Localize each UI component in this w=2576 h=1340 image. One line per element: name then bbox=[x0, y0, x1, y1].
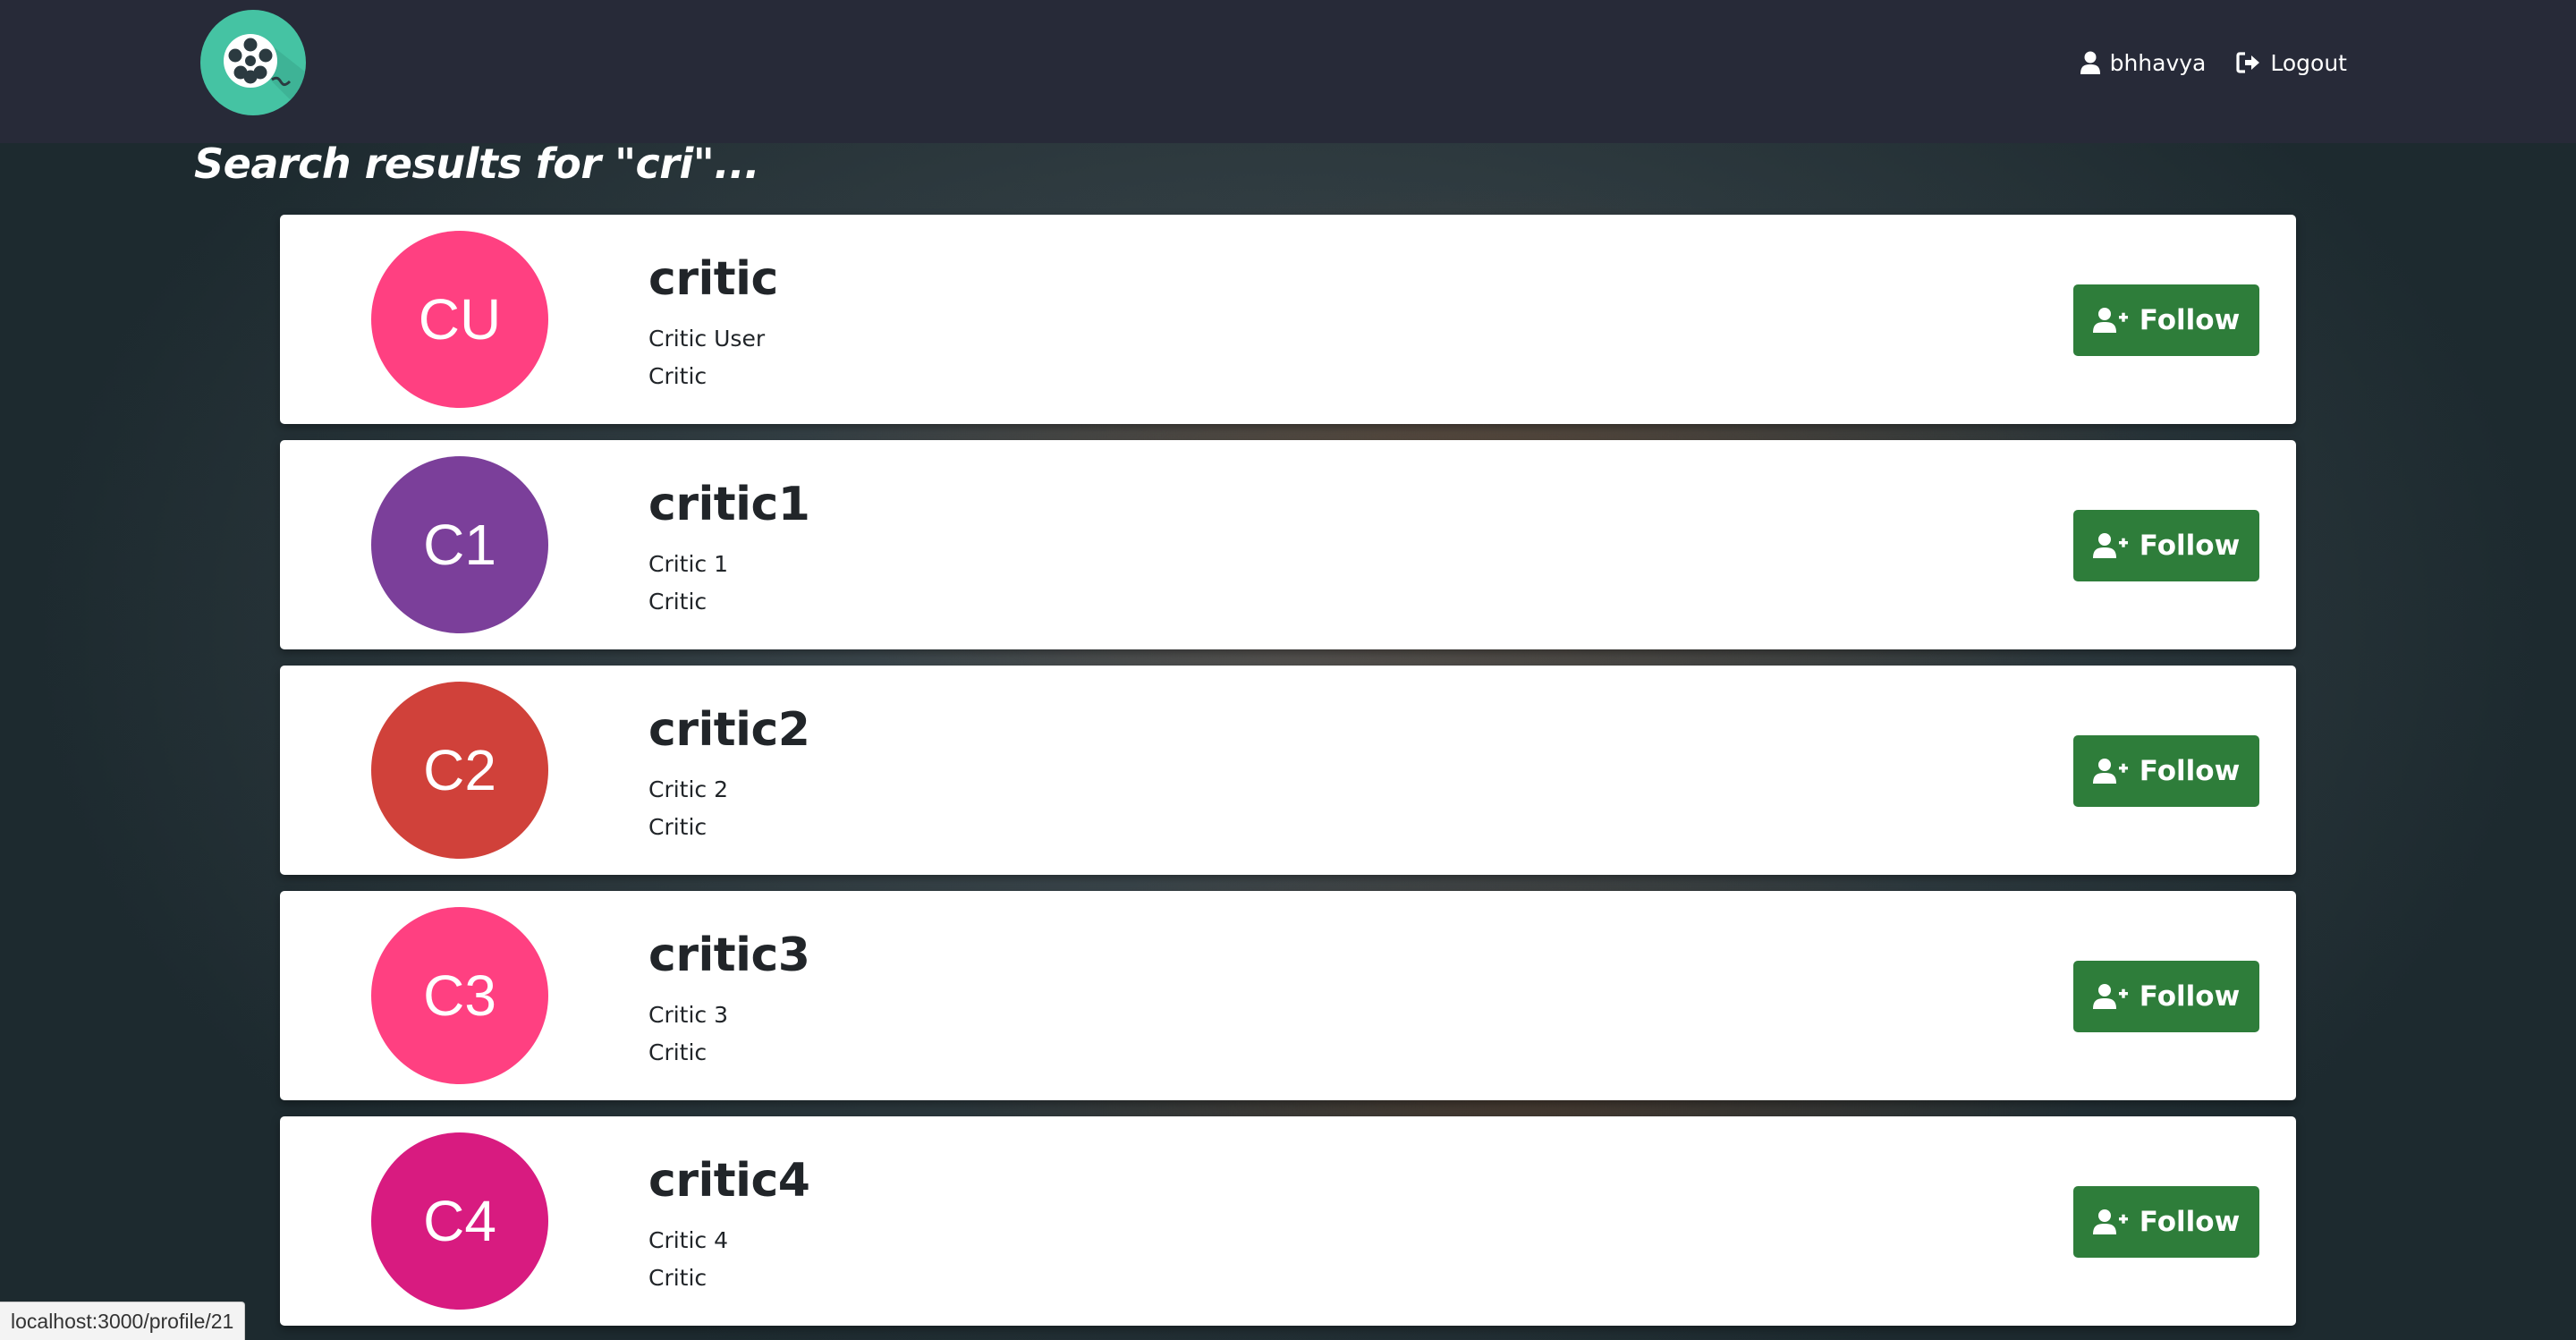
search-results-title: Search results for "cri"... bbox=[194, 140, 760, 188]
follow-button[interactable]: Follow bbox=[2073, 961, 2259, 1032]
user-plus-icon bbox=[2092, 307, 2129, 334]
logout-label: Logout bbox=[2270, 49, 2347, 76]
avatar[interactable]: C4 bbox=[371, 1132, 548, 1310]
user-plus-icon bbox=[2092, 758, 2129, 784]
follow-label: Follow bbox=[2139, 755, 2241, 787]
avatar[interactable]: CU bbox=[371, 231, 548, 408]
full-name: Critic 1 bbox=[648, 551, 729, 577]
username-label: bhhavya bbox=[2109, 49, 2207, 76]
follow-label: Follow bbox=[2139, 980, 2241, 1013]
follow-button[interactable]: Follow bbox=[2073, 510, 2259, 581]
full-name: Critic User bbox=[648, 326, 766, 352]
full-name: Critic 3 bbox=[648, 1002, 729, 1028]
user-role: Critic bbox=[648, 1265, 708, 1291]
user-role: Critic bbox=[648, 814, 708, 840]
film-reel-icon[interactable] bbox=[200, 10, 306, 115]
top-navbar: bhhavya Logout bbox=[0, 0, 2576, 143]
follow-label: Follow bbox=[2139, 1206, 2241, 1238]
follow-button[interactable]: Follow bbox=[2073, 284, 2259, 356]
user-role: Critic bbox=[648, 589, 708, 615]
avatar[interactable]: C2 bbox=[371, 682, 548, 859]
user-role: Critic bbox=[648, 1039, 708, 1065]
browser-status-bar: localhost:3000/profile/21 bbox=[0, 1302, 246, 1340]
search-results-list: CU critic Critic User Critic Follow C1 c… bbox=[280, 215, 2296, 1340]
username-link[interactable]: critic bbox=[648, 252, 778, 306]
username-link[interactable]: critic2 bbox=[648, 703, 810, 757]
nav-user-menu: bhhavya Logout bbox=[2080, 45, 2347, 81]
user-plus-icon bbox=[2092, 983, 2129, 1010]
full-name: Critic 2 bbox=[648, 776, 729, 802]
user-result-card: C1 critic1 Critic 1 Critic Follow bbox=[280, 440, 2296, 649]
username-link[interactable]: critic1 bbox=[648, 478, 810, 531]
user-icon bbox=[2080, 51, 2101, 74]
user-result-card: CU critic Critic User Critic Follow bbox=[280, 215, 2296, 424]
follow-button[interactable]: Follow bbox=[2073, 1186, 2259, 1258]
sign-out-icon bbox=[2236, 52, 2261, 73]
user-plus-icon bbox=[2092, 1209, 2129, 1235]
user-result-card: C2 critic2 Critic 2 Critic Follow bbox=[280, 666, 2296, 875]
username-link[interactable]: critic4 bbox=[648, 1154, 810, 1208]
full-name: Critic 4 bbox=[648, 1227, 729, 1253]
user-role: Critic bbox=[648, 363, 708, 389]
user-result-card: C3 critic3 Critic 3 Critic Follow bbox=[280, 891, 2296, 1100]
user-plus-icon bbox=[2092, 532, 2129, 559]
avatar[interactable]: C3 bbox=[371, 907, 548, 1084]
follow-label: Follow bbox=[2139, 530, 2241, 562]
username-link[interactable]: critic3 bbox=[648, 929, 810, 982]
profile-link[interactable]: bhhavya bbox=[2080, 49, 2207, 76]
follow-button[interactable]: Follow bbox=[2073, 735, 2259, 807]
avatar[interactable]: C1 bbox=[371, 456, 548, 633]
user-result-card: C4 critic4 Critic 4 Critic Follow bbox=[280, 1116, 2296, 1326]
logout-link[interactable]: Logout bbox=[2236, 50, 2347, 76]
follow-label: Follow bbox=[2139, 304, 2241, 336]
